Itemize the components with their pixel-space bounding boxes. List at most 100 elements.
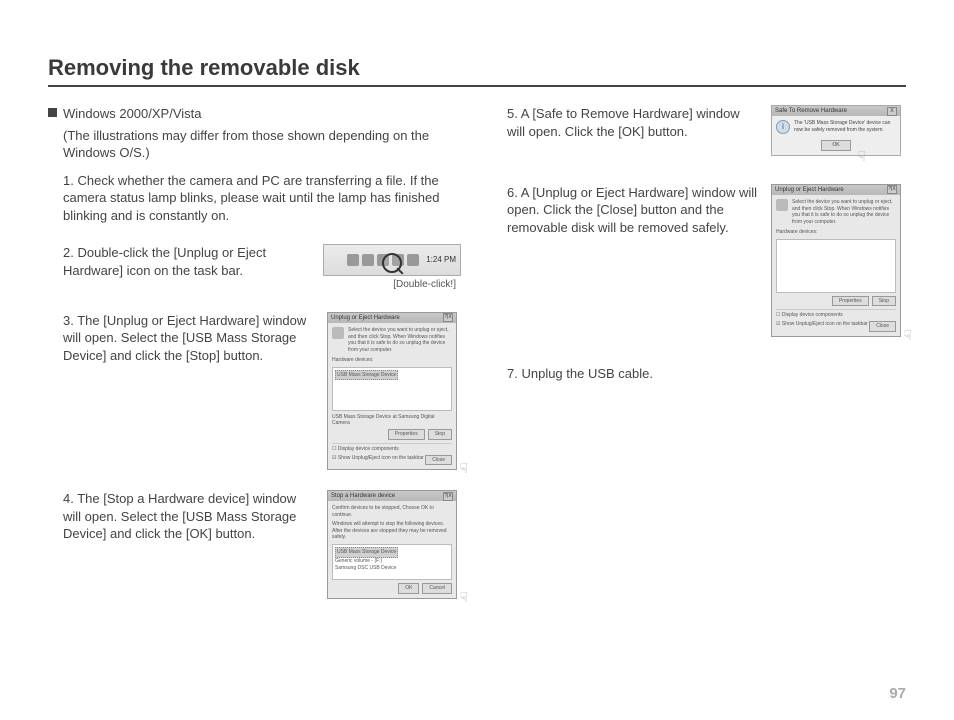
step-6-body: A [Unplug or Eject Hardware] window will… (507, 185, 757, 235)
step-7: 7. Unplug the USB cable. (492, 365, 906, 383)
page-title: Removing the removable disk (48, 55, 906, 87)
check-1: ☐ Display device components (776, 312, 896, 319)
step-7-text: 7. Unplug the USB cable. (492, 365, 906, 383)
close-button: Close (425, 455, 452, 466)
step-2-text: 2. Double-click the [Unplug or Eject Har… (48, 244, 322, 279)
step-3-text: 3. The [Unplug or Eject Hardware] window… (48, 312, 322, 365)
ok-button: OK (821, 140, 850, 151)
dialog-intro: Select the device you want to unplug or … (776, 199, 896, 226)
close-icon: ?|X (443, 492, 453, 501)
device-list: USB Mass Storage Device Generic volume -… (332, 544, 452, 580)
dialog-button-row: Properties Stop (332, 429, 452, 440)
check-2-row: ☑ Show Unplug/Eject icon on the taskbar … (332, 455, 452, 466)
step-7-body: Unplug the USB cable. (521, 366, 653, 381)
tray-icon (347, 254, 359, 266)
dialog-button-row: OK Cancel (332, 583, 452, 594)
device-list: USB Mass Storage Device (332, 367, 452, 411)
hardware-icon (776, 199, 788, 211)
stop-hardware-dialog: Stop a Hardware device ?|X Confirm devic… (327, 490, 457, 599)
step-1-body: Check whether the camera and PC are tran… (63, 173, 439, 223)
ok-button: OK (398, 583, 419, 594)
left-column: Windows 2000/XP/Vista (The illustrations… (48, 105, 462, 619)
step-5: 5. A [Safe to Remove Hardware] window wi… (492, 105, 906, 156)
check-1: ☐ Display device components (332, 446, 452, 453)
properties-button: Properties (388, 429, 425, 440)
bullet-heading-row: Windows 2000/XP/Vista (48, 105, 462, 123)
dialog-titlebar: Unplug or Eject Hardware ?|X (772, 185, 900, 195)
dialog-checks: ☐ Display device components ☑ Show Unplu… (776, 309, 896, 332)
step-7-num: 7. (507, 366, 518, 381)
step-3-num: 3. (63, 313, 74, 328)
check-2: ☑ Show Unplug/Eject icon on the taskbar (332, 455, 424, 466)
close-button: Close (869, 321, 896, 332)
step-5-num: 5. (507, 106, 518, 121)
step-6-num: 6. (507, 185, 518, 200)
device-list-empty (776, 239, 896, 293)
dialog-body: Select the device you want to unplug or … (772, 195, 900, 336)
dialog-body: i The 'USB Mass Storage Device' device c… (772, 116, 900, 138)
dialog-section-label: Hardware devices: (332, 357, 452, 364)
properties-button: Properties (832, 296, 869, 307)
step-6-figure: Unplug or Eject Hardware ?|X Select the … (766, 184, 906, 337)
check-2: ☑ Show Unplug/Eject icon on the taskbar (776, 321, 868, 332)
dialog-titlebar: Stop a Hardware device ?|X (328, 491, 456, 501)
dialog-msg: The 'USB Mass Storage Device' device can… (794, 120, 896, 134)
device-item-2: Generic volume - (F:) (335, 558, 449, 565)
step-4: 4. The [Stop a Hardware device] window w… (48, 490, 462, 599)
step-2: 2. Double-click the [Unplug or Eject Har… (48, 244, 462, 292)
dialog-title-text: Safe To Remove Hardware (775, 107, 847, 115)
dialog-desc: Select the device you want to unplug or … (348, 327, 452, 354)
dialog-desc2: Windows will attempt to stop the followi… (332, 521, 452, 541)
step-3: 3. The [Unplug or Eject Hardware] window… (48, 312, 462, 471)
step-1: 1. Check whether the camera and PC are t… (48, 172, 462, 225)
stop-button: Stop (428, 429, 452, 440)
dialog-title-text: Unplug or Eject Hardware (331, 314, 400, 322)
step-4-body: The [Stop a Hardware device] window will… (63, 491, 296, 541)
step-5-text: 5. A [Safe to Remove Hardware] window wi… (492, 105, 766, 140)
info-icon: i (776, 120, 790, 134)
dialog-button-row: Properties Stop (776, 296, 896, 307)
content-columns: Windows 2000/XP/Vista (The illustrations… (48, 105, 906, 619)
step-2-body: Double-click the [Unplug or Eject Hardwa… (63, 245, 266, 278)
dialog-title-text: Stop a Hardware device (331, 492, 395, 500)
dialog-body: Confirm devices to be stopped, Choose OK… (328, 501, 456, 598)
close-icon: ?|X (887, 185, 897, 194)
unplug-dialog-2: Unplug or Eject Hardware ?|X Select the … (771, 184, 901, 337)
step-3-body: The [Unplug or Eject Hardware] window wi… (63, 313, 306, 363)
square-bullet-icon (48, 108, 57, 117)
tray-time: 1:24 PM (426, 255, 456, 266)
step-1-num: 1. (63, 173, 74, 188)
dialog-section-label: Hardware devices: (776, 229, 896, 236)
tray-icon (407, 254, 419, 266)
close-icon: ?|X (443, 313, 453, 322)
step-2-caption: [Double-click!] (328, 278, 456, 292)
page-number: 97 (889, 685, 906, 702)
dialog-checks: ☐ Display device components ☑ Show Unplu… (332, 443, 452, 466)
step-1-text: 1. Check whether the camera and PC are t… (48, 172, 462, 225)
step-5-body: A [Safe to Remove Hardware] window will … (507, 106, 740, 139)
step-4-num: 4. (63, 491, 74, 506)
dialog-button-row: OK (772, 138, 900, 155)
unplug-dialog: Unplug or Eject Hardware ?|X Select the … (327, 312, 457, 471)
cursor-icon: ☟ (857, 147, 866, 166)
bullet-heading: Windows 2000/XP/Vista (63, 105, 202, 123)
dialog-title-text: Unplug or Eject Hardware (775, 186, 844, 194)
step-5-figure: Safe To Remove Hardware X i The 'USB Mas… (766, 105, 906, 156)
check-2-row: ☑ Show Unplug/Eject icon on the taskbar … (776, 321, 896, 332)
dialog-desc: Select the device you want to unplug or … (792, 199, 896, 226)
step-4-text: 4. The [Stop a Hardware device] window w… (48, 490, 322, 543)
bullet-note: (The illustrations may differ from those… (48, 127, 462, 162)
device-item-selected: USB Mass Storage Device (335, 370, 398, 381)
step-6-text: 6. A [Unplug or Eject Hardware] window w… (492, 184, 766, 237)
cancel-button: Cancel (422, 583, 452, 594)
close-icon: X (887, 107, 897, 116)
dialog-intro: Select the device you want to unplug or … (332, 327, 452, 354)
tray-icon (362, 254, 374, 266)
manual-page: Removing the removable disk Windows 2000… (0, 0, 954, 720)
device-item-3: Samsung DSC USB Device (335, 565, 449, 572)
dialog-titlebar: Unplug or Eject Hardware ?|X (328, 313, 456, 323)
step-6: 6. A [Unplug or Eject Hardware] window w… (492, 184, 906, 337)
device-item-1: USB Mass Storage Device (335, 547, 398, 558)
hardware-icon (332, 327, 344, 339)
step-2-num: 2. (63, 245, 74, 260)
